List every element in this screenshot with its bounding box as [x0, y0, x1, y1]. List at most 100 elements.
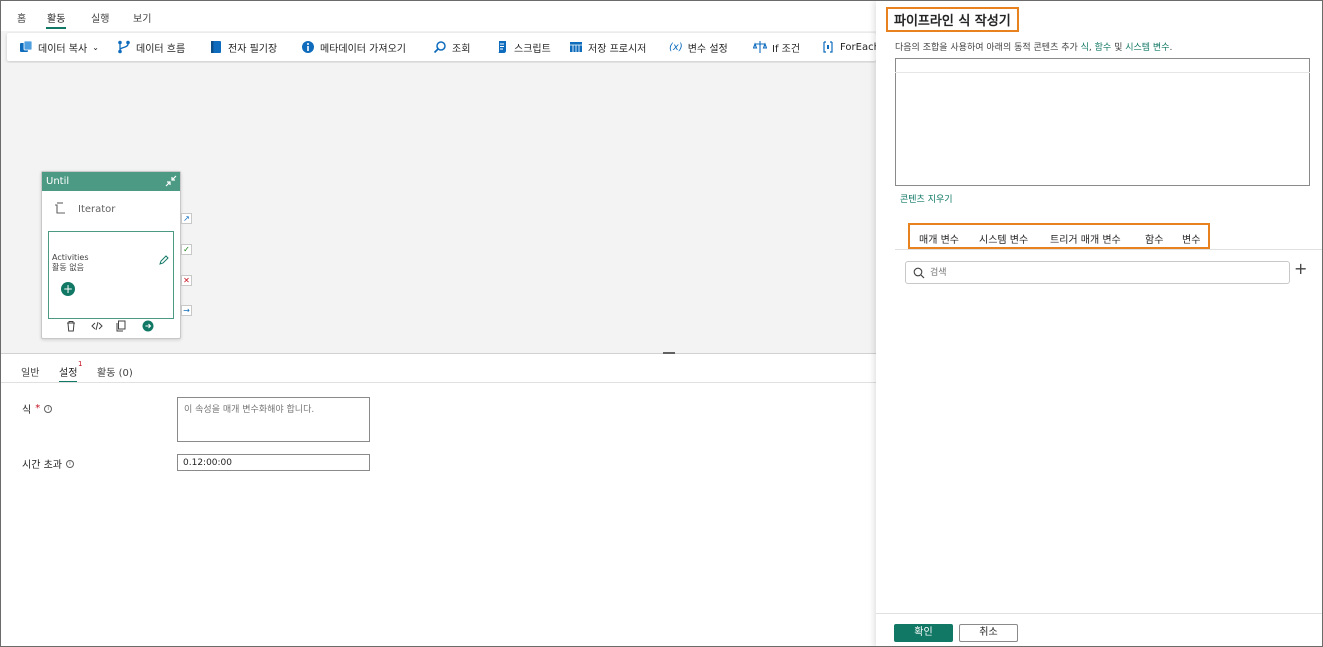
search-box[interactable] — [905, 261, 1290, 284]
stored-procedure-label: 저장 프로시저 — [588, 43, 647, 55]
description-suffix: . — [1169, 43, 1173, 53]
properties-pane: 일반 설정 1 활동 (0) 식 * i 시간 초과 i — [1, 354, 876, 646]
script-icon — [495, 40, 509, 54]
tab-general[interactable]: 일반 — [21, 364, 39, 379]
expression-field[interactable] — [177, 397, 370, 442]
tab-settings[interactable]: 설정 1 — [59, 360, 82, 383]
if-condition-label: If 조건 — [772, 43, 801, 55]
pencil-icon[interactable] — [158, 255, 169, 266]
success-port-icon[interactable]: ✓ — [181, 244, 192, 255]
foreach-label: ForEach — [840, 41, 876, 53]
ok-button[interactable]: 확인 — [894, 624, 953, 642]
iterator-row: Iterator — [52, 201, 115, 218]
search-icon — [913, 267, 925, 279]
collapse-icon[interactable] — [165, 175, 177, 187]
tab-run[interactable]: 실행 — [91, 10, 109, 25]
notebook-button[interactable]: 전자 필기장 — [209, 33, 277, 61]
until-header: Until — [42, 172, 180, 191]
timeout-label-text: 시간 초과 — [22, 460, 62, 471]
get-metadata-label: 메타데이터 가져오기 — [320, 43, 406, 55]
foreach-icon — [821, 40, 835, 54]
add-activity-button[interactable]: + — [61, 282, 75, 296]
clear-contents-link[interactable]: 콘텐츠 지우기 — [900, 192, 953, 205]
set-variable-label: 변수 설정 — [687, 43, 728, 55]
arrow-right-icon[interactable] — [142, 320, 154, 332]
until-activity-card[interactable]: Until Iterator Activities 활동 없음 + — [41, 171, 181, 339]
lookup-button[interactable]: 조회 — [433, 33, 470, 61]
tab-variables[interactable]: 변수 — [1182, 231, 1200, 246]
set-variable-icon: (x) — [669, 41, 683, 53]
properties-divider — [1, 382, 876, 383]
footer-divider — [876, 613, 1322, 614]
stored-procedure-icon — [569, 40, 583, 54]
editor-first-line — [895, 72, 1310, 73]
builder-tab-strip: 매개 변수 시스템 변수 트리거 매개 변수 함수 변수 — [908, 223, 1210, 249]
functions-link[interactable]: 함수 — [1095, 43, 1112, 53]
tab-home[interactable]: 홈 — [17, 10, 26, 25]
description-prefix: 다음의 조합을 사용하여 아래의 동적 콘텐츠 추가 — [895, 43, 1081, 53]
activities-title: Activities — [52, 253, 89, 262]
system-variables-link[interactable]: 시스템 변수 — [1125, 43, 1169, 53]
timeout-input[interactable] — [177, 454, 370, 471]
tab-view[interactable]: 보기 — [133, 10, 151, 25]
panel-title: 파이프라인 식 작성기 — [886, 7, 1019, 32]
completion-port-icon[interactable]: → — [181, 305, 192, 316]
pipeline-canvas[interactable]: Until Iterator Activities 활동 없음 + ↗ ✓ ✕ … — [1, 63, 876, 353]
card-actions — [42, 320, 180, 334]
activities-container[interactable]: Activities 활동 없음 + — [48, 231, 174, 319]
tab-activities[interactable]: 활동 — [45, 10, 67, 29]
description-sep-2: 및 — [1111, 43, 1126, 53]
if-condition-button[interactable]: If 조건 — [753, 33, 800, 61]
info-icon[interactable]: i — [65, 459, 74, 468]
notebook-label: 전자 필기장 — [228, 43, 278, 55]
tab-system-variables[interactable]: 시스템 변수 — [979, 231, 1028, 246]
dataflow-button[interactable]: 데이터 흐름 — [117, 33, 185, 61]
info-icon[interactable]: i — [44, 404, 53, 413]
tab-parameters[interactable]: 매개 변수 — [919, 231, 959, 246]
expression-builder-panel: 파이프라인 식 작성기 다음의 조합을 사용하여 아래의 동적 콘텐츠 추가 식… — [876, 1, 1322, 646]
code-icon[interactable] — [91, 320, 103, 332]
tab-settings-label: 설정 — [59, 368, 78, 379]
delete-icon[interactable] — [65, 320, 77, 332]
get-metadata-button[interactable]: 메타데이터 가져오기 — [301, 33, 406, 61]
add-parameter-button[interactable]: + — [1294, 260, 1307, 278]
set-variable-button[interactable]: (x) 변수 설정 — [669, 33, 728, 61]
tab-activities-count[interactable]: 활동 (0) — [97, 364, 133, 379]
tab-trigger-parameters[interactable]: 트리거 매개 변수 — [1050, 231, 1121, 246]
chevron-down-icon: ⌄ — [92, 42, 99, 52]
clone-icon[interactable] — [115, 320, 127, 332]
iterator-label: Iterator — [78, 204, 116, 215]
dynamic-content-editor[interactable] — [895, 58, 1310, 186]
iterator-icon — [52, 201, 66, 218]
script-label: 스크립트 — [514, 43, 551, 55]
notebook-icon — [209, 40, 223, 54]
settings-badge: 1 — [77, 360, 83, 368]
expressions-link[interactable]: 식 — [1081, 43, 1089, 53]
activities-toolbar: 데이터 복사 ⌄ 데이터 흐름 전자 필기장 메타데이터 가져오기 조회 스크립… — [7, 33, 876, 61]
skip-port-icon[interactable]: ↗ — [181, 213, 192, 224]
tab-functions[interactable]: 함수 — [1145, 231, 1163, 246]
tabs-underline — [895, 249, 1322, 250]
copy-data-icon — [19, 40, 33, 54]
app-window: 홈 활동 실행 보기 데이터 복사 ⌄ 데이터 흐름 전자 필기장 메타데이터 … — [0, 0, 1323, 647]
dataflow-icon — [117, 40, 131, 54]
cancel-button[interactable]: 취소 — [959, 624, 1018, 642]
lookup-icon — [433, 40, 447, 54]
copy-data-label: 데이터 복사 — [38, 43, 88, 55]
menu-tab-bar: 홈 활동 실행 보기 — [1, 1, 876, 31]
search-input[interactable] — [930, 265, 1280, 281]
until-title: Until — [46, 176, 70, 187]
no-activities-text: 활동 없음 — [52, 263, 84, 272]
expression-label-text: 식 — [22, 405, 32, 416]
failure-port-icon[interactable]: ✕ — [181, 275, 192, 286]
expression-label: 식 * i — [22, 401, 53, 416]
dataflow-label: 데이터 흐름 — [136, 43, 186, 55]
stored-procedure-button[interactable]: 저장 프로시저 — [569, 33, 646, 61]
required-mark: * — [35, 403, 41, 414]
lookup-label: 조회 — [452, 43, 471, 55]
foreach-button[interactable]: ForEach — [821, 33, 876, 61]
copy-data-button[interactable]: 데이터 복사 ⌄ — [19, 33, 99, 61]
timeout-label: 시간 초과 i — [22, 456, 74, 471]
info-icon — [301, 40, 315, 54]
script-button[interactable]: 스크립트 — [495, 33, 551, 61]
